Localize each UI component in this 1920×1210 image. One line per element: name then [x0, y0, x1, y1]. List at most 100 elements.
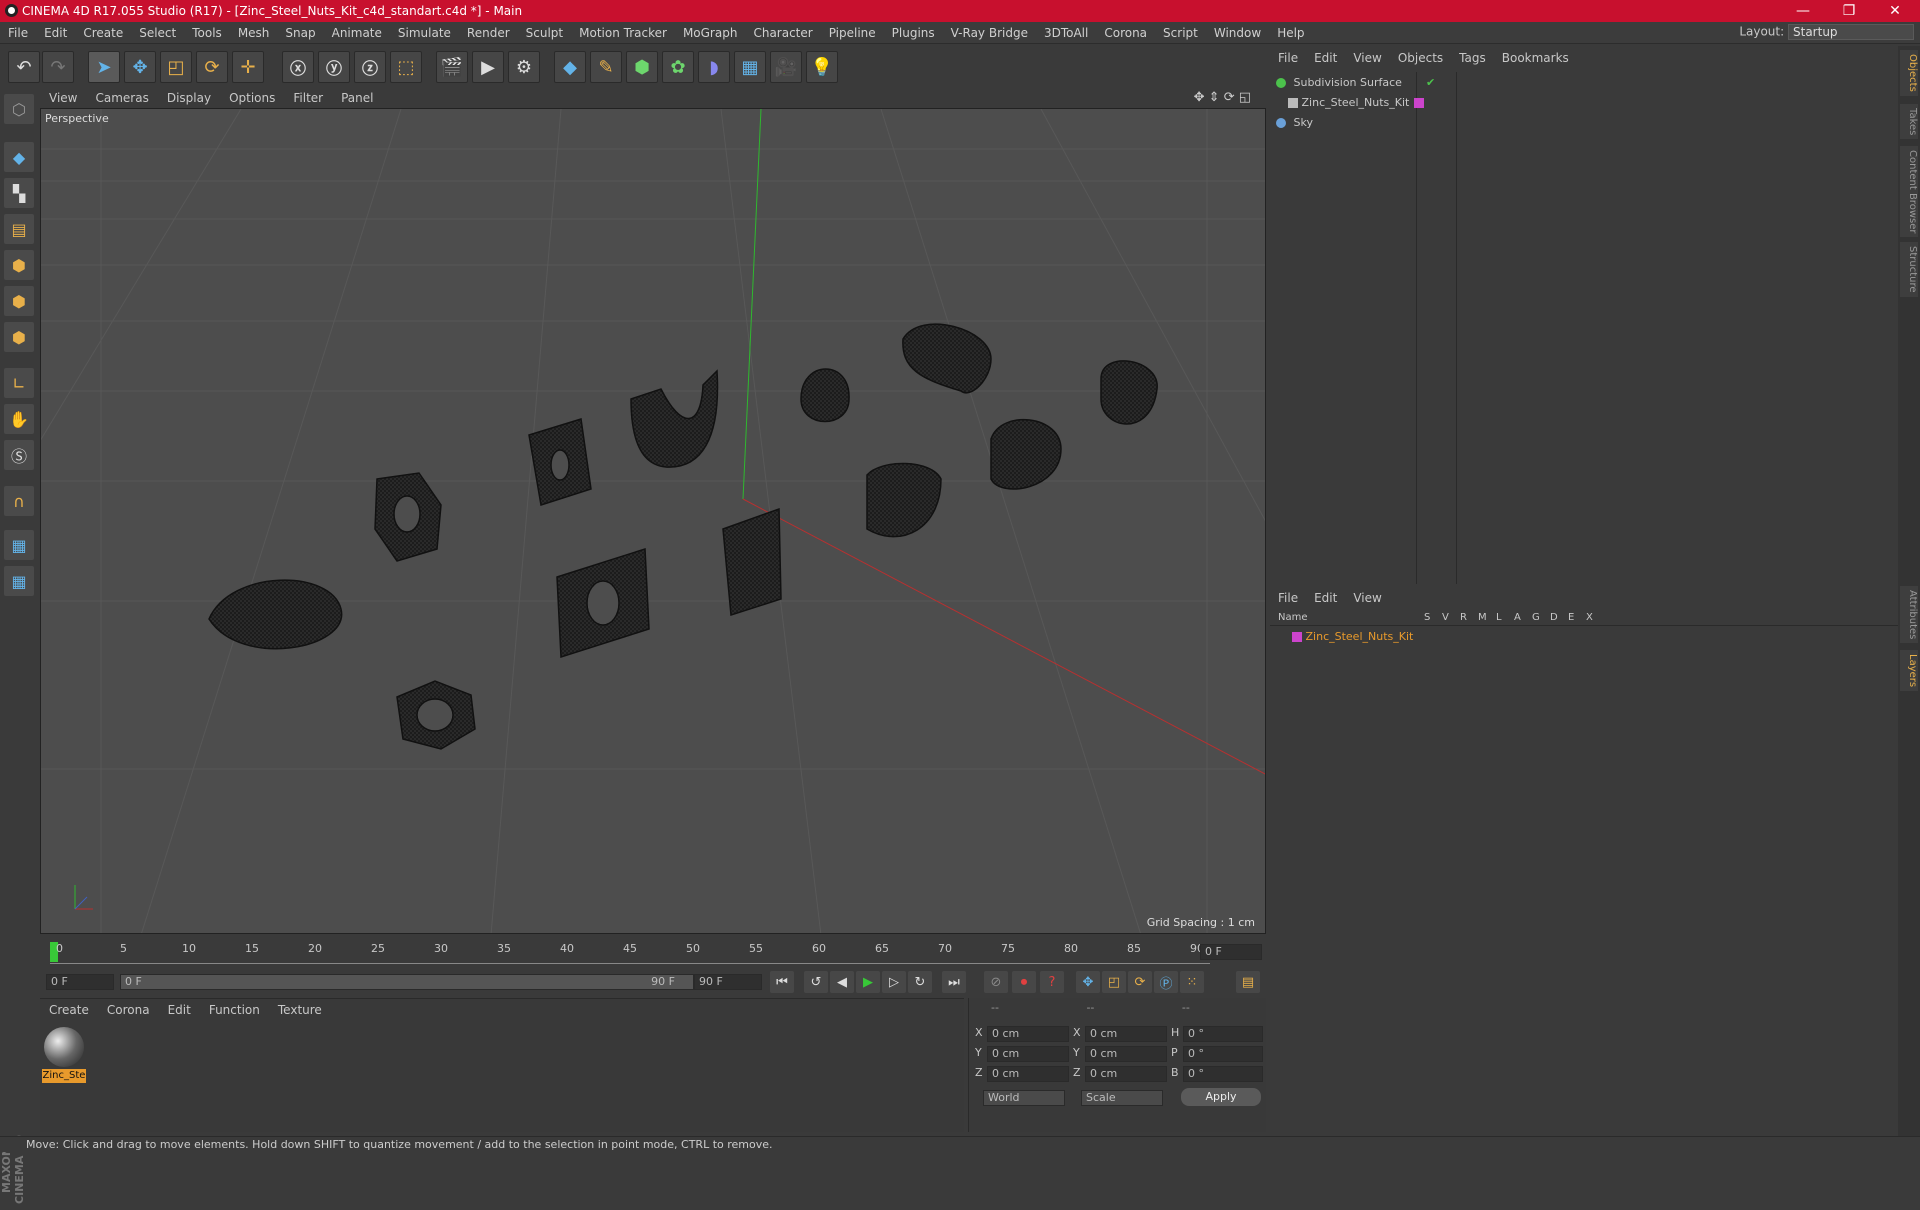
- coord-p-rotation-field[interactable]: 0 °: [1183, 1046, 1263, 1062]
- menu-3dtoall[interactable]: 3DToAll: [1036, 22, 1096, 44]
- material-menu-function[interactable]: Function: [200, 999, 269, 1021]
- menu-help[interactable]: Help: [1269, 22, 1312, 44]
- menu-motion-tracker[interactable]: Motion Tracker: [571, 22, 675, 44]
- z-axis-icon[interactable]: ⓩ: [354, 51, 386, 83]
- timeline-window-icon[interactable]: ▤: [1236, 971, 1260, 993]
- layer-menu-edit[interactable]: Edit: [1306, 586, 1345, 610]
- menu-mograph[interactable]: MoGraph: [675, 22, 746, 44]
- menu-character[interactable]: Character: [745, 22, 820, 44]
- layer-color-swatch[interactable]: [1292, 632, 1302, 642]
- deformer-icon[interactable]: ◗: [698, 51, 730, 83]
- obj-menu-edit[interactable]: Edit: [1306, 46, 1345, 70]
- menu-pipeline[interactable]: Pipeline: [821, 22, 884, 44]
- light-icon[interactable]: 💡: [806, 51, 838, 83]
- frame-range-slider[interactable]: 0 F 90 F: [120, 974, 694, 990]
- check-icon[interactable]: ✔: [1426, 74, 1435, 92]
- autokey-icon[interactable]: ?: [1040, 971, 1064, 993]
- menu-animate[interactable]: Animate: [324, 22, 390, 44]
- subdivision-surface-icon[interactable]: ⬢: [626, 51, 658, 83]
- layer-menu-view[interactable]: View: [1345, 586, 1389, 610]
- obj-menu-objects[interactable]: Objects: [1390, 46, 1451, 70]
- coord-y-position-field[interactable]: 0 cm: [987, 1046, 1069, 1062]
- previous-frame-icon[interactable]: ◀: [830, 971, 854, 993]
- coord-z-size-field[interactable]: 0 cm: [1085, 1066, 1167, 1082]
- model-mode-icon[interactable]: ◆: [4, 142, 34, 172]
- layer-color-swatch[interactable]: [1414, 98, 1424, 108]
- viewport-menu-options[interactable]: Options: [220, 88, 284, 108]
- viewport-menu-view[interactable]: View: [40, 88, 86, 108]
- menu-snap[interactable]: Snap: [277, 22, 323, 44]
- menu-simulate[interactable]: Simulate: [390, 22, 459, 44]
- live-select-icon[interactable]: ✛: [232, 51, 264, 83]
- tweak-mode-icon[interactable]: ✋: [4, 404, 34, 434]
- go-to-start-icon[interactable]: ⏮: [770, 971, 794, 993]
- viewport-menu-cameras[interactable]: Cameras: [86, 88, 157, 108]
- menu-file[interactable]: File: [0, 22, 36, 44]
- key-rotation-icon[interactable]: ⟳: [1128, 971, 1152, 993]
- viewport-menu-filter[interactable]: Filter: [284, 88, 332, 108]
- workplane-icon[interactable]: ▤: [4, 214, 34, 244]
- scale-icon[interactable]: ◰: [160, 51, 192, 83]
- cube-object-icon[interactable]: ◆: [554, 51, 586, 83]
- cloner-icon[interactable]: ✿: [662, 51, 694, 83]
- coord-mode-dropdown[interactable]: Scale: [1081, 1090, 1163, 1106]
- tab-objects[interactable]: Objects: [1900, 50, 1918, 96]
- y-axis-icon[interactable]: ⓨ: [318, 51, 350, 83]
- material-menu-texture[interactable]: Texture: [269, 999, 331, 1021]
- record-icon[interactable]: ⏺: [1012, 971, 1036, 993]
- key-pla-icon[interactable]: ⁙: [1180, 971, 1204, 993]
- make-editable-icon[interactable]: ⬡: [4, 94, 34, 124]
- next-frame-icon[interactable]: ▷: [882, 971, 906, 993]
- select-arrow-icon[interactable]: ➤: [88, 51, 120, 83]
- key-parameter-icon[interactable]: Ⓟ: [1154, 971, 1178, 993]
- snap-icon[interactable]: ∩: [4, 486, 34, 516]
- material-swatch[interactable]: Zinc_Ste: [42, 1025, 86, 1083]
- start-frame-field[interactable]: 0 F: [46, 974, 114, 990]
- previous-key-icon[interactable]: ↺: [804, 971, 828, 993]
- material-menu-corona[interactable]: Corona: [98, 999, 159, 1021]
- menu-corona[interactable]: Corona: [1096, 22, 1155, 44]
- close-button[interactable]: ✕: [1872, 0, 1918, 22]
- menu-tools[interactable]: Tools: [184, 22, 230, 44]
- coord-z-position-field[interactable]: 0 cm: [987, 1066, 1069, 1082]
- render-settings-icon[interactable]: ⚙: [508, 51, 540, 83]
- render-view-icon[interactable]: 🎬: [436, 51, 468, 83]
- render-picture-viewer-icon[interactable]: ▶: [472, 51, 504, 83]
- texture-mode-icon[interactable]: ▚: [4, 178, 34, 208]
- 3d-viewport[interactable]: Perspective Grid Spacing : 1 cm: [40, 108, 1266, 934]
- redo-icon[interactable]: ↷: [42, 51, 74, 83]
- menu-render[interactable]: Render: [459, 22, 518, 44]
- solo-mode-icon[interactable]: Ⓢ: [4, 440, 34, 470]
- coord-y-size-field[interactable]: 0 cm: [1085, 1046, 1167, 1062]
- menu-window[interactable]: Window: [1206, 22, 1269, 44]
- coord-x-size-field[interactable]: 0 cm: [1085, 1026, 1167, 1042]
- menu-script[interactable]: Script: [1155, 22, 1206, 44]
- object-row-nuts-kit[interactable]: Zinc_Steel_Nuts_Kit: [1288, 94, 1424, 112]
- coordinate-system-icon[interactable]: ⬚: [390, 51, 422, 83]
- key-position-icon[interactable]: ✥: [1076, 971, 1100, 993]
- object-row-sky[interactable]: Sky: [1276, 114, 1313, 132]
- menu-vray-bridge[interactable]: V-Ray Bridge: [943, 22, 1036, 44]
- object-row-subdivision[interactable]: Subdivision Surface ✔: [1276, 74, 1435, 92]
- tab-structure[interactable]: Structure: [1900, 242, 1918, 297]
- coord-h-rotation-field[interactable]: 0 °: [1183, 1026, 1263, 1042]
- planar-workplane-icon[interactable]: ▦: [4, 566, 34, 596]
- maximize-button[interactable]: ❐: [1826, 0, 1872, 22]
- obj-menu-tags[interactable]: Tags: [1451, 46, 1494, 70]
- edges-mode-icon[interactable]: ⬢: [4, 286, 34, 316]
- pen-spline-icon[interactable]: ✎: [590, 51, 622, 83]
- coord-x-position-field[interactable]: 0 cm: [987, 1026, 1069, 1042]
- coord-system-dropdown[interactable]: World: [983, 1090, 1065, 1106]
- tab-attributes[interactable]: Attributes: [1900, 586, 1918, 644]
- rotate-icon[interactable]: ⟳: [196, 51, 228, 83]
- menu-plugins[interactable]: Plugins: [884, 22, 943, 44]
- floor-icon[interactable]: ▦: [734, 51, 766, 83]
- move-icon[interactable]: ✥: [124, 51, 156, 83]
- menu-select[interactable]: Select: [131, 22, 184, 44]
- camera-icon[interactable]: 🎥: [770, 51, 802, 83]
- locked-workplane-icon[interactable]: ▦: [4, 530, 34, 560]
- axis-mode-icon[interactable]: ∟: [4, 368, 34, 398]
- next-key-icon[interactable]: ↻: [908, 971, 932, 993]
- minimize-button[interactable]: —: [1780, 0, 1826, 22]
- apply-button[interactable]: Apply: [1181, 1088, 1261, 1106]
